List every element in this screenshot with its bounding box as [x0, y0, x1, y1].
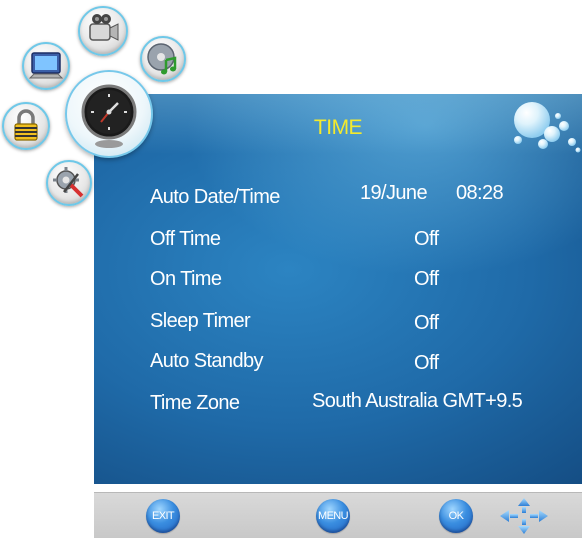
menu-button-label: MENU	[318, 510, 349, 522]
menu-item-label: Off Time	[150, 228, 221, 250]
menu-item-value: Off	[414, 352, 439, 374]
menu-item-value: Off	[414, 312, 439, 334]
menu-item-label: Time Zone	[150, 392, 240, 414]
date-value: 19/June	[360, 182, 428, 204]
menu-button[interactable]: MENU	[316, 499, 350, 533]
padlock-icon	[14, 109, 38, 141]
menu-item-value: Off	[414, 228, 439, 250]
monitor-icon	[28, 52, 64, 79]
menu-item-label: Sleep Timer	[150, 310, 251, 332]
menu-item-value: Off	[414, 268, 439, 290]
menu-item-label: Auto Date/Time	[150, 186, 280, 208]
tv-menu-screen: TIME Auto Date/Time 19/June 08:28 Off Ti…	[0, 0, 582, 538]
exit-button-label: EXIT	[151, 510, 175, 522]
bottom-control-bar: EXIT MENU OK	[94, 492, 582, 538]
exit-button[interactable]: EXIT	[146, 499, 180, 533]
picture-menu-icon[interactable]	[22, 42, 70, 90]
ok-button-label: OK	[448, 510, 464, 522]
time-settings-panel: TIME Auto Date/Time 19/June 08:28 Off Ti…	[94, 94, 582, 484]
bubbles-decoration-icon	[514, 102, 581, 153]
lock-menu-icon[interactable]	[2, 102, 50, 150]
directional-arrows-icon[interactable]	[496, 497, 552, 535]
menu-item-label: On Time	[150, 268, 222, 290]
menu-item-value: South Australia GMT+9.5	[312, 390, 523, 412]
video-menu-icon[interactable]	[78, 6, 128, 56]
setup-menu-icon[interactable]	[46, 160, 92, 206]
menu-item-label: Auto Standby	[150, 350, 263, 372]
camcorder-icon	[89, 14, 119, 41]
time-value: 08:28	[456, 182, 504, 204]
ok-button[interactable]: OK	[439, 499, 473, 533]
time-menu-icon[interactable]	[65, 70, 153, 158]
clock-icon	[81, 84, 137, 148]
tools-gear-icon	[53, 167, 84, 198]
